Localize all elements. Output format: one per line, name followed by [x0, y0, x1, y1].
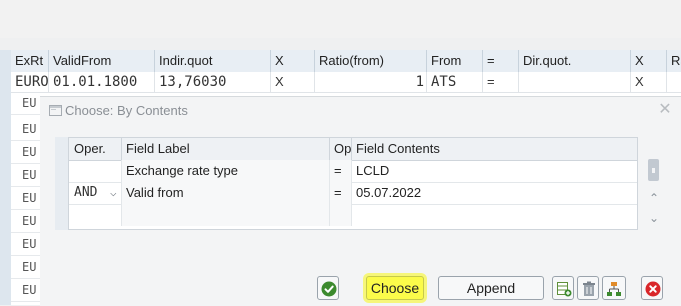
- col-header-equals[interactable]: =: [483, 50, 519, 72]
- col-header-op[interactable]: Op: [330, 138, 352, 160]
- cell-exrt[interactable]: EURO: [11, 72, 49, 92]
- trash-icon: [583, 281, 595, 296]
- col-header-ratio-from[interactable]: Ratio(from): [315, 50, 427, 72]
- col-header-from[interactable]: From: [427, 50, 483, 72]
- op-cell[interactable]: =: [330, 160, 352, 182]
- vertical-scrollbar[interactable]: ⌃ ⌄: [646, 155, 662, 230]
- col-header-exrt[interactable]: ExRt: [11, 50, 49, 72]
- cell-ratio-from[interactable]: 1: [315, 72, 427, 92]
- oper-value: AND: [74, 185, 98, 200]
- col-header-field-label[interactable]: Field Label: [122, 138, 330, 160]
- col-header-dir-quot[interactable]: Dir.quot.: [519, 50, 631, 72]
- cell-equals[interactable]: =: [483, 72, 519, 92]
- dialog-window-icon: [49, 105, 62, 116]
- dialog-title-bar: Choose: By Contents ✕: [40, 97, 681, 125]
- cell-ra[interactable]: [667, 72, 681, 92]
- field-label-cell: Exchange rate type: [122, 160, 330, 182]
- check-circle-icon: [321, 281, 337, 297]
- col-header-validfrom[interactable]: ValidFrom: [49, 50, 155, 72]
- col-header-field-contents[interactable]: Field Contents: [352, 138, 637, 160]
- background-table-header: ExRt ValidFrom Indir.quot X Ratio(from) …: [11, 50, 681, 73]
- criteria-row[interactable]: AND ⌵ Valid from = 05.07.2022: [56, 182, 637, 205]
- cell-x[interactable]: X: [271, 72, 315, 92]
- criteria-table: Oper. Field Label Op Field Contents Exch…: [55, 137, 638, 230]
- row-selector-gutter[interactable]: [0, 50, 11, 305]
- cell-indir-quot[interactable]: 13,76030: [155, 72, 271, 92]
- oper-dropdown[interactable]: AND ⌵: [70, 182, 122, 204]
- col-header-x[interactable]: X: [271, 50, 315, 72]
- top-band: [0, 0, 681, 38]
- field-label-cell: Valid from: [122, 182, 330, 204]
- cell-x2[interactable]: X: [631, 72, 667, 92]
- criteria-row-selector[interactable]: [55, 137, 69, 230]
- oper-cell[interactable]: [70, 204, 122, 226]
- col-header-oper[interactable]: Oper.: [70, 138, 122, 160]
- append-button[interactable]: Append: [438, 276, 544, 300]
- op-cell[interactable]: =: [330, 182, 352, 204]
- field-contents-input[interactable]: [352, 204, 637, 226]
- op-cell[interactable]: [330, 204, 352, 226]
- oper-cell[interactable]: [70, 160, 122, 182]
- scrollbar-thumb[interactable]: [648, 159, 659, 181]
- criteria-row[interactable]: Exchange rate type = LCLD: [56, 160, 637, 183]
- insert-row-icon: [557, 282, 572, 297]
- insert-row-button[interactable]: [552, 276, 574, 300]
- close-icon[interactable]: ✕: [657, 102, 673, 118]
- hierarchy-button[interactable]: [602, 276, 626, 300]
- table-row[interactable]: EURO 01.01.1800 13,76030 X 1 ATS = X: [11, 72, 681, 93]
- chevron-down-icon[interactable]: ⌵: [110, 182, 117, 204]
- cell-validfrom[interactable]: 01.01.1800: [49, 72, 155, 92]
- cancel-icon: [645, 281, 661, 297]
- dialog-title: Choose: By Contents: [65, 103, 188, 118]
- cell-dir-quot[interactable]: [519, 72, 631, 92]
- field-contents-input[interactable]: LCLD: [352, 160, 637, 182]
- field-label-cell: [122, 204, 330, 226]
- hierarchy-icon: [607, 282, 621, 296]
- col-header-indir-quot[interactable]: Indir.quot: [155, 50, 271, 72]
- confirm-button[interactable]: [317, 276, 339, 300]
- field-contents-input[interactable]: 05.07.2022: [352, 182, 637, 204]
- col-header-ra[interactable]: Ra: [667, 50, 681, 72]
- delete-row-button[interactable]: [577, 276, 599, 300]
- cell-from[interactable]: ATS: [427, 72, 483, 92]
- choose-button[interactable]: Choose: [366, 276, 424, 300]
- criteria-table-header: Oper. Field Label Op Field Contents: [56, 138, 637, 161]
- col-header-x2[interactable]: X: [631, 50, 667, 72]
- scroll-up-icon[interactable]: ⌃: [646, 191, 662, 205]
- cancel-button[interactable]: [641, 276, 663, 300]
- scroll-down-icon[interactable]: ⌄: [646, 211, 662, 225]
- criteria-row[interactable]: [56, 204, 637, 226]
